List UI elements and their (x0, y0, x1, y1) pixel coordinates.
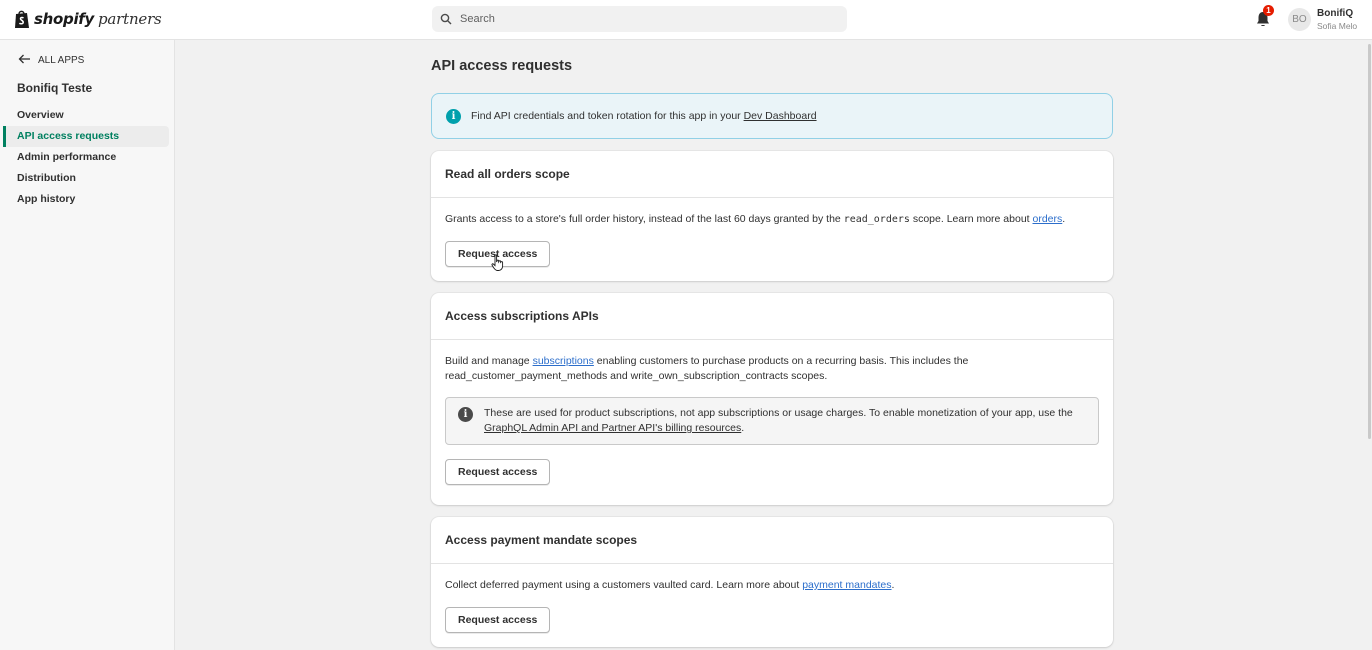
info-banner: i Find API credentials and token rotatio… (431, 93, 1113, 139)
orders-link[interactable]: orders (1033, 213, 1063, 225)
billing-resources-link[interactable]: GraphQL Admin API and Partner API's bill… (484, 422, 741, 434)
note-message: . (741, 422, 745, 434)
shopify-bag-icon (14, 9, 30, 29)
payment-mandates-link[interactable]: payment mandates (802, 579, 891, 591)
description-text: Grants access to a store's full order hi… (445, 213, 844, 225)
scope-code: read_orders (843, 214, 910, 225)
card-description: Build and manage subscriptions enabling … (445, 354, 1099, 384)
description-text: Build and manage (445, 355, 533, 367)
description-text: . (891, 579, 895, 591)
description-text: . (1062, 213, 1066, 225)
request-access-button[interactable]: Request access (445, 607, 551, 633)
search-input[interactable] (460, 13, 820, 25)
card-title: Access payment mandate scopes (431, 517, 1113, 564)
card-payment-mandate-scopes: Access payment mandate scopes Collect de… (431, 517, 1113, 647)
sidebar: ALL APPS Bonifiq Teste Overview API acce… (0, 40, 175, 650)
card-subscriptions-apis: Access subscriptions APIs Build and mana… (431, 293, 1113, 505)
sidebar-item-app-history[interactable]: App history (5, 189, 169, 210)
card-description: Grants access to a store's full order hi… (445, 212, 1099, 227)
back-label: ALL APPS (38, 55, 85, 66)
page-scrollbar[interactable] (1368, 44, 1371, 439)
info-icon: i (446, 108, 461, 124)
request-access-button[interactable]: Request access (445, 459, 551, 485)
description-text: Collect deferred payment using a custome… (445, 579, 803, 591)
app-name: Bonifiq Teste (17, 81, 93, 95)
user-name[interactable]: BonifiQ (1317, 8, 1353, 19)
top-bar: shopify partners 1 BO BonifiQ Sofia Melo (0, 0, 1372, 40)
card-description: Collect deferred payment using a custome… (445, 578, 1099, 593)
subscriptions-link[interactable]: subscriptions (533, 355, 594, 367)
sidebar-item-admin-performance[interactable]: Admin performance (5, 147, 169, 168)
sidebar-nav: Overview API access requests Admin perfo… (3, 105, 169, 210)
shopify-partners-logo[interactable]: shopify partners (14, 9, 162, 29)
sidebar-item-overview[interactable]: Overview (5, 105, 169, 126)
dev-dashboard-link[interactable]: Dev Dashboard (744, 110, 817, 122)
sidebar-item-api-access-requests[interactable]: API access requests (3, 126, 169, 147)
banner-text: Find API credentials and token rotation … (471, 110, 817, 122)
search-icon (440, 13, 452, 25)
arrow-left-icon (18, 54, 31, 67)
card-title: Read all orders scope (431, 151, 1113, 198)
request-access-button[interactable]: Request access (445, 241, 551, 267)
note-message: These are used for product subscriptions… (484, 407, 1073, 419)
sidebar-item-distribution[interactable]: Distribution (5, 168, 169, 189)
logo-brand-text: shopify (34, 10, 94, 28)
back-to-all-apps-link[interactable]: ALL APPS (18, 54, 84, 67)
page-title: API access requests (431, 58, 573, 74)
card-title: Access subscriptions APIs (431, 293, 1113, 340)
description-text: scope. Learn more about (909, 213, 1033, 225)
user-subtitle: Sofia Melo (1317, 21, 1358, 31)
logo-sub-text: partners (98, 10, 162, 28)
search-bar[interactable] (432, 6, 847, 32)
avatar[interactable]: BO (1288, 8, 1311, 31)
info-icon: i (458, 407, 473, 422)
notification-badge: 1 (1263, 5, 1274, 16)
card-read-all-orders: Read all orders scope Grants access to a… (431, 151, 1113, 281)
note-text: These are used for product subscriptions… (484, 406, 1086, 436)
subscriptions-note: i These are used for product subscriptio… (445, 397, 1099, 445)
banner-message: Find API credentials and token rotation … (471, 110, 744, 122)
